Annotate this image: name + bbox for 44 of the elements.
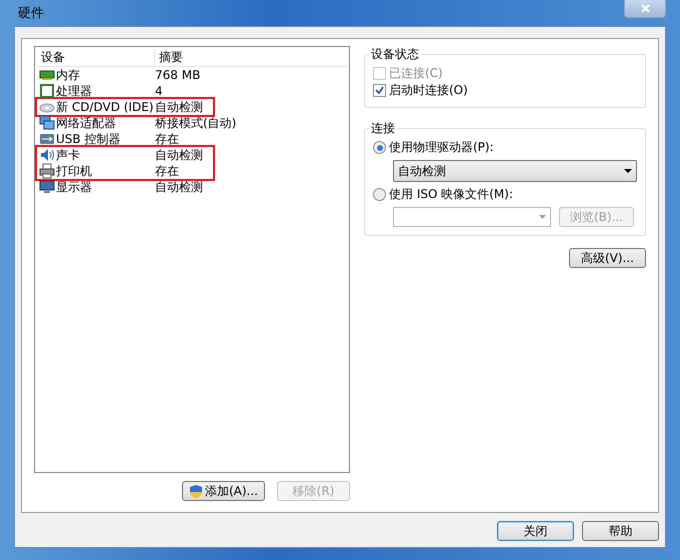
device-name[interactable]: 内存: [56, 66, 80, 84]
device-summary: 存在: [155, 130, 179, 148]
device-name[interactable]: 打印机: [56, 162, 92, 180]
device-summary: 自动检测: [155, 98, 203, 116]
usb-icon: [39, 131, 55, 147]
device-summary: 768 MB: [155, 68, 200, 82]
group-title: 设备状态: [370, 46, 420, 63]
checkbox[interactable]: [373, 84, 386, 97]
device-summary: 桥接模式(自动): [155, 114, 236, 132]
network-monitor-icon: [39, 115, 55, 131]
speaker-icon: [39, 147, 55, 163]
close-button[interactable]: [624, 0, 666, 18]
caret-icon: [624, 169, 632, 173]
close-icon: [640, 4, 650, 12]
device-summary: 存在: [155, 162, 179, 180]
monitor-icon: [39, 179, 55, 195]
dialog-button[interactable]: 帮助: [582, 521, 659, 541]
device-name[interactable]: 处理器: [56, 82, 92, 100]
column-header[interactable]: 摘要: [155, 49, 183, 66]
shield-icon: [188, 484, 203, 498]
device-name[interactable]: 声卡: [56, 146, 80, 164]
device-summary: 4: [155, 84, 163, 98]
radio-button[interactable]: [373, 188, 386, 201]
iso-file-field[interactable]: [393, 207, 551, 227]
square-chip-icon: [39, 83, 55, 99]
device-name[interactable]: 新 CD/DVD (IDE): [56, 98, 154, 116]
device-summary: 自动检测: [155, 178, 203, 196]
checkbox-label[interactable]: 启动时连接(O): [389, 82, 468, 99]
device-name[interactable]: USB 控制器: [56, 130, 120, 148]
add-button[interactable]: 添加(A)...: [182, 481, 265, 501]
group-title: 连接: [370, 120, 396, 137]
advanced-button[interactable]: 高级(V)...: [569, 248, 646, 268]
dialog-button[interactable]: 关闭: [497, 521, 574, 541]
radio-button[interactable]: [373, 141, 386, 154]
caret-icon: [539, 215, 546, 219]
device-name[interactable]: 显示器: [56, 178, 92, 196]
device-name[interactable]: 网络适配器: [56, 114, 116, 132]
drive-dropdown[interactable]: 自动检测: [393, 160, 637, 182]
device-summary: 自动检测: [155, 146, 203, 164]
window-title: 硬件: [17, 5, 44, 22]
printer-icon: [39, 163, 55, 179]
radio-label[interactable]: 使用物理驱动器(P):: [389, 139, 494, 156]
radio-label[interactable]: 使用 ISO 映像文件(M):: [389, 186, 513, 203]
column-header[interactable]: 设备: [37, 49, 155, 66]
